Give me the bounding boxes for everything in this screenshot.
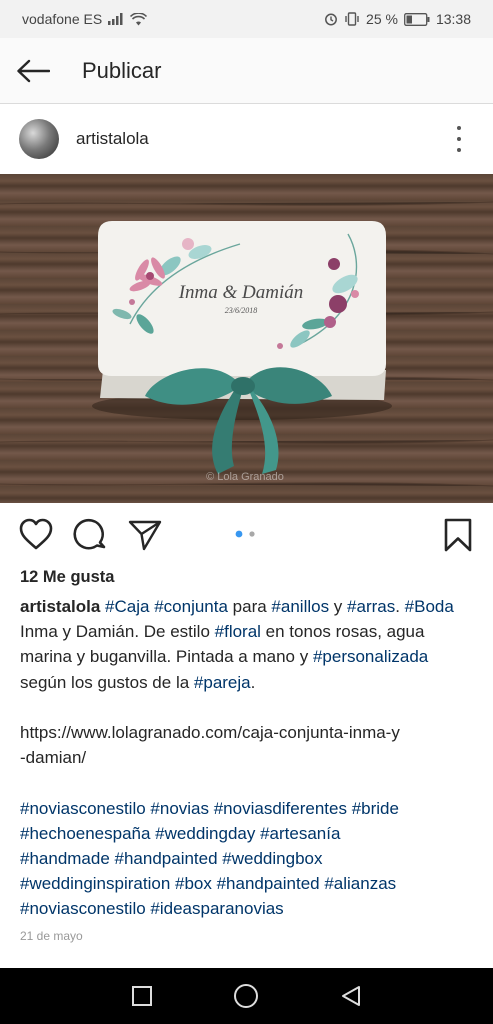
send-icon xyxy=(128,520,162,551)
hashtag-link[interactable]: #anillos xyxy=(271,597,329,616)
save-button[interactable] xyxy=(440,517,476,553)
post-caption: artistalola #Caja #conjunta para #anillo… xyxy=(20,594,475,922)
caption-segment: . xyxy=(250,672,256,692)
hashtag-line[interactable]: #hechoenespaña #weddingday #artesanía xyxy=(20,824,340,843)
heart-icon xyxy=(19,518,53,550)
caption-segment: según los gustos de la xyxy=(20,672,194,692)
vibrate-icon xyxy=(345,12,359,26)
square-icon xyxy=(132,986,153,1006)
hashtag-link[interactable]: #Boda xyxy=(405,597,454,616)
circle-icon xyxy=(234,984,259,1008)
more-dot xyxy=(457,148,461,152)
more-dot xyxy=(457,137,461,141)
carousel-indicator xyxy=(235,530,255,538)
arrow-left-icon xyxy=(17,59,50,82)
more-options-button[interactable] xyxy=(451,126,467,152)
app-bar: Publicar xyxy=(0,38,493,104)
battery-icon xyxy=(404,12,430,26)
page-title: Publicar xyxy=(82,57,162,83)
hashtag-link[interactable]: #Caja xyxy=(105,597,149,616)
caption-hashtags: #noviasconestilo #novias #noviasdiferent… xyxy=(20,796,475,922)
status-right: 25 % 13:38 xyxy=(324,11,471,27)
caption-paragraph: artistalola #Caja #conjunta para #anillo… xyxy=(20,594,475,695)
avatar[interactable] xyxy=(19,119,59,159)
back-button[interactable] xyxy=(0,38,66,104)
bookmark-icon xyxy=(444,518,472,552)
system-nav-bar xyxy=(0,968,493,1024)
carousel-dot xyxy=(249,531,255,537)
ribbon-bow xyxy=(145,367,332,474)
hashtag-line[interactable]: #noviasconestilo #novias #noviasdiferent… xyxy=(20,799,399,818)
clock-time: 13:38 xyxy=(435,11,471,27)
caption-username[interactable]: artistalola xyxy=(20,597,100,616)
home-button[interactable] xyxy=(228,978,264,1014)
hashtag-line[interactable]: #weddinginspiration #box #handpainted #a… xyxy=(20,874,396,893)
hashtag-link[interactable]: #floral xyxy=(215,622,261,641)
hashtag-link[interactable]: #conjunta xyxy=(154,597,228,616)
likes-count[interactable]: 12 Me gusta xyxy=(20,568,114,587)
more-dot xyxy=(457,126,461,130)
post-date: 21 de mayo xyxy=(20,929,83,943)
carousel-dot-active xyxy=(235,530,243,538)
box-illustration: Inma & Damián 23/6/2018 © Lola Granado xyxy=(0,201,493,487)
caption-segment: y xyxy=(329,597,348,616)
hashtag-link[interactable]: #personalizada xyxy=(313,647,428,666)
carrier-label: vodafone ES xyxy=(22,11,103,27)
like-button[interactable] xyxy=(18,517,54,553)
caption-segment: para xyxy=(227,597,272,616)
caption-link-line: https://www.lolagranado.com/caja-conjunt… xyxy=(20,723,400,742)
post-username[interactable]: artistalola xyxy=(76,129,149,149)
status-left: vodafone ES xyxy=(22,11,148,27)
caption-link-line: -damian/ xyxy=(20,748,87,768)
caption-link[interactable]: https://www.lolagranado.com/caja-conjunt… xyxy=(20,720,475,770)
post-actions xyxy=(0,503,493,565)
alarm-icon xyxy=(325,13,337,26)
signal-icon xyxy=(108,13,123,25)
comment-button[interactable] xyxy=(72,517,108,553)
battery-percent: 25 % xyxy=(366,11,398,27)
box-names-text: Inma & Damián xyxy=(178,282,304,303)
box-date-text: 23/6/2018 xyxy=(225,306,257,315)
recents-button[interactable] xyxy=(124,978,160,1014)
post-header: artistalola xyxy=(0,104,493,174)
triangle-back-icon xyxy=(341,986,360,1006)
status-bar: vodafone ES 25 % 13:38 xyxy=(0,0,493,38)
hashtag-link[interactable]: #pareja xyxy=(194,673,251,692)
wifi-icon xyxy=(130,12,148,25)
hashtag-link[interactable]: #arras xyxy=(347,597,395,616)
caption-segment: Inma y Damián. De estilo xyxy=(20,622,215,642)
hashtag-line[interactable]: #noviasconestilo #ideasparanovias xyxy=(20,899,284,918)
caption-segment: . xyxy=(395,597,405,616)
share-button[interactable] xyxy=(127,517,163,553)
image-watermark: © Lola Granado xyxy=(206,471,284,483)
back-nav-button[interactable] xyxy=(333,978,369,1014)
post-image[interactable]: Inma & Damián 23/6/2018 © Lola Granado xyxy=(0,174,493,503)
hashtag-line[interactable]: #handmade #handpainted #weddingbox xyxy=(20,849,322,868)
comment-icon xyxy=(73,518,106,550)
